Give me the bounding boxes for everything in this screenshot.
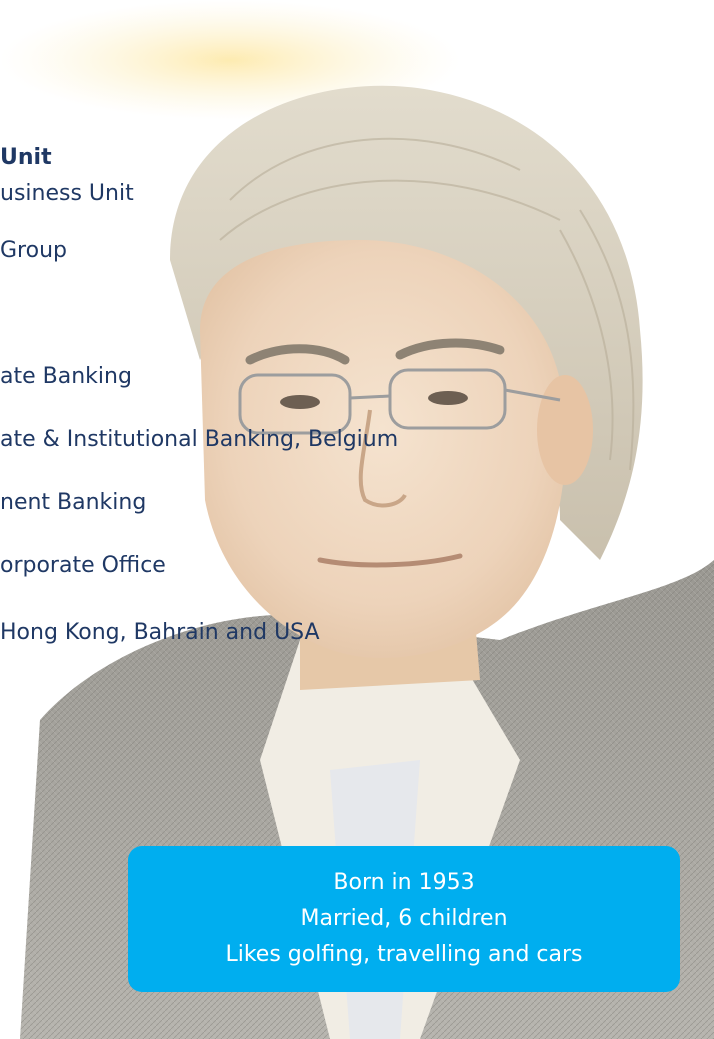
birth-year-text: Born in 1953 (333, 870, 475, 895)
cv-line: Hong Kong, Bahrain and USA (0, 620, 320, 645)
cv-line: ate & Institutional Banking, Belgium (0, 427, 399, 452)
personal-info-box: Born in 1953 Married, 6 children Likes g… (128, 846, 680, 992)
cv-line: ate Banking (0, 364, 132, 389)
cv-line: orporate Office (0, 553, 166, 578)
cv-line: Group (0, 238, 67, 263)
slide: Unit usiness Unit Group ate Banking ate … (0, 0, 714, 1039)
cv-heading: Unit (0, 145, 52, 170)
cv-line: usiness Unit (0, 181, 134, 206)
cv-line: nent Banking (0, 490, 147, 515)
hobbies-text: Likes golfing, travelling and cars (225, 942, 583, 967)
family-text: Married, 6 children (300, 906, 508, 931)
